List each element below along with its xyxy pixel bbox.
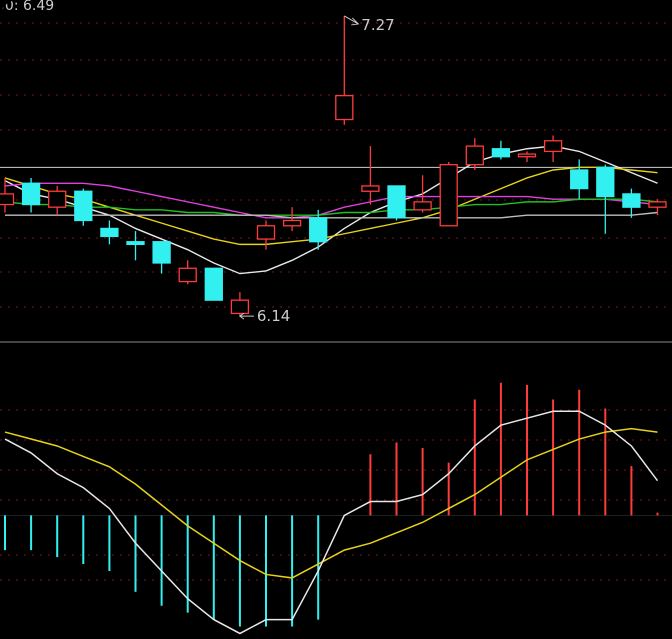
candle-body-up[interactable] bbox=[282, 219, 302, 227]
high-marker-arrow bbox=[344, 15, 360, 26]
candle-body-up[interactable] bbox=[0, 193, 15, 206]
candle[interactable] bbox=[361, 146, 380, 205]
candle[interactable] bbox=[204, 267, 223, 301]
candlesticks[interactable] bbox=[0, 15, 667, 317]
high-price-label: 7.27 bbox=[361, 16, 394, 34]
candle[interactable] bbox=[282, 207, 302, 232]
candle[interactable] bbox=[622, 188, 641, 218]
stock-chart[interactable]: 00: 6.49 7.27 6.14 bbox=[0, 0, 672, 639]
candle-body-up[interactable] bbox=[230, 299, 250, 315]
candle[interactable] bbox=[48, 185, 67, 216]
candle[interactable] bbox=[413, 175, 432, 213]
candle-body-up[interactable] bbox=[543, 140, 563, 153]
macd-dif-line bbox=[4, 410, 659, 635]
candle-body-down[interactable] bbox=[387, 185, 406, 219]
candle-body-up[interactable] bbox=[361, 185, 380, 192]
candle[interactable] bbox=[570, 159, 589, 200]
candle-body-up[interactable] bbox=[648, 201, 667, 208]
candle[interactable] bbox=[543, 135, 563, 163]
candle[interactable] bbox=[256, 220, 276, 250]
chart-window: 00: 6.49 7.27 6.14 bbox=[0, 0, 672, 639]
candle-body-up[interactable] bbox=[465, 145, 484, 166]
price-readout: 00: 6.49 bbox=[0, 0, 54, 14]
candle-body-up[interactable] bbox=[48, 190, 67, 208]
candle[interactable] bbox=[491, 140, 511, 160]
low-price-label: 6.14 bbox=[257, 307, 290, 325]
candle-body-up[interactable] bbox=[517, 153, 537, 158]
candle[interactable] bbox=[517, 151, 537, 163]
candle[interactable] bbox=[152, 241, 171, 274]
candle[interactable] bbox=[439, 162, 458, 227]
candle[interactable] bbox=[465, 138, 484, 170]
macd-panel bbox=[0, 382, 672, 635]
moving-average-white bbox=[4, 145, 658, 275]
candle-body-up[interactable] bbox=[335, 94, 354, 121]
annotations: 00: 6.49 7.27 6.14 bbox=[0, 0, 395, 325]
candle[interactable] bbox=[387, 185, 406, 221]
candle[interactable] bbox=[21, 177, 41, 213]
candle[interactable] bbox=[74, 188, 93, 226]
candle-body-down[interactable] bbox=[204, 267, 223, 301]
candle-body-up[interactable] bbox=[178, 267, 197, 283]
candle-body-down[interactable] bbox=[570, 169, 589, 190]
candle[interactable] bbox=[178, 260, 197, 285]
candle[interactable] bbox=[100, 220, 119, 245]
candle-body-down[interactable] bbox=[491, 148, 511, 158]
candle-body-up[interactable] bbox=[413, 201, 432, 211]
candle-body-up[interactable] bbox=[256, 225, 276, 240]
candle-body-down[interactable] bbox=[622, 193, 641, 208]
moving-average-lines bbox=[4, 145, 658, 275]
candle-body-down[interactable] bbox=[100, 227, 119, 238]
candle-body-down[interactable] bbox=[596, 166, 615, 198]
candle[interactable] bbox=[230, 292, 250, 317]
candle[interactable] bbox=[126, 231, 145, 261]
candle-body-up[interactable] bbox=[439, 164, 458, 227]
candle-body-down[interactable] bbox=[126, 241, 145, 246]
candle-body-down[interactable] bbox=[21, 182, 41, 206]
candle[interactable] bbox=[335, 15, 354, 125]
candle-body-down[interactable] bbox=[152, 241, 171, 264]
candle-body-down[interactable] bbox=[309, 217, 328, 243]
candle-body-down[interactable] bbox=[74, 190, 93, 222]
